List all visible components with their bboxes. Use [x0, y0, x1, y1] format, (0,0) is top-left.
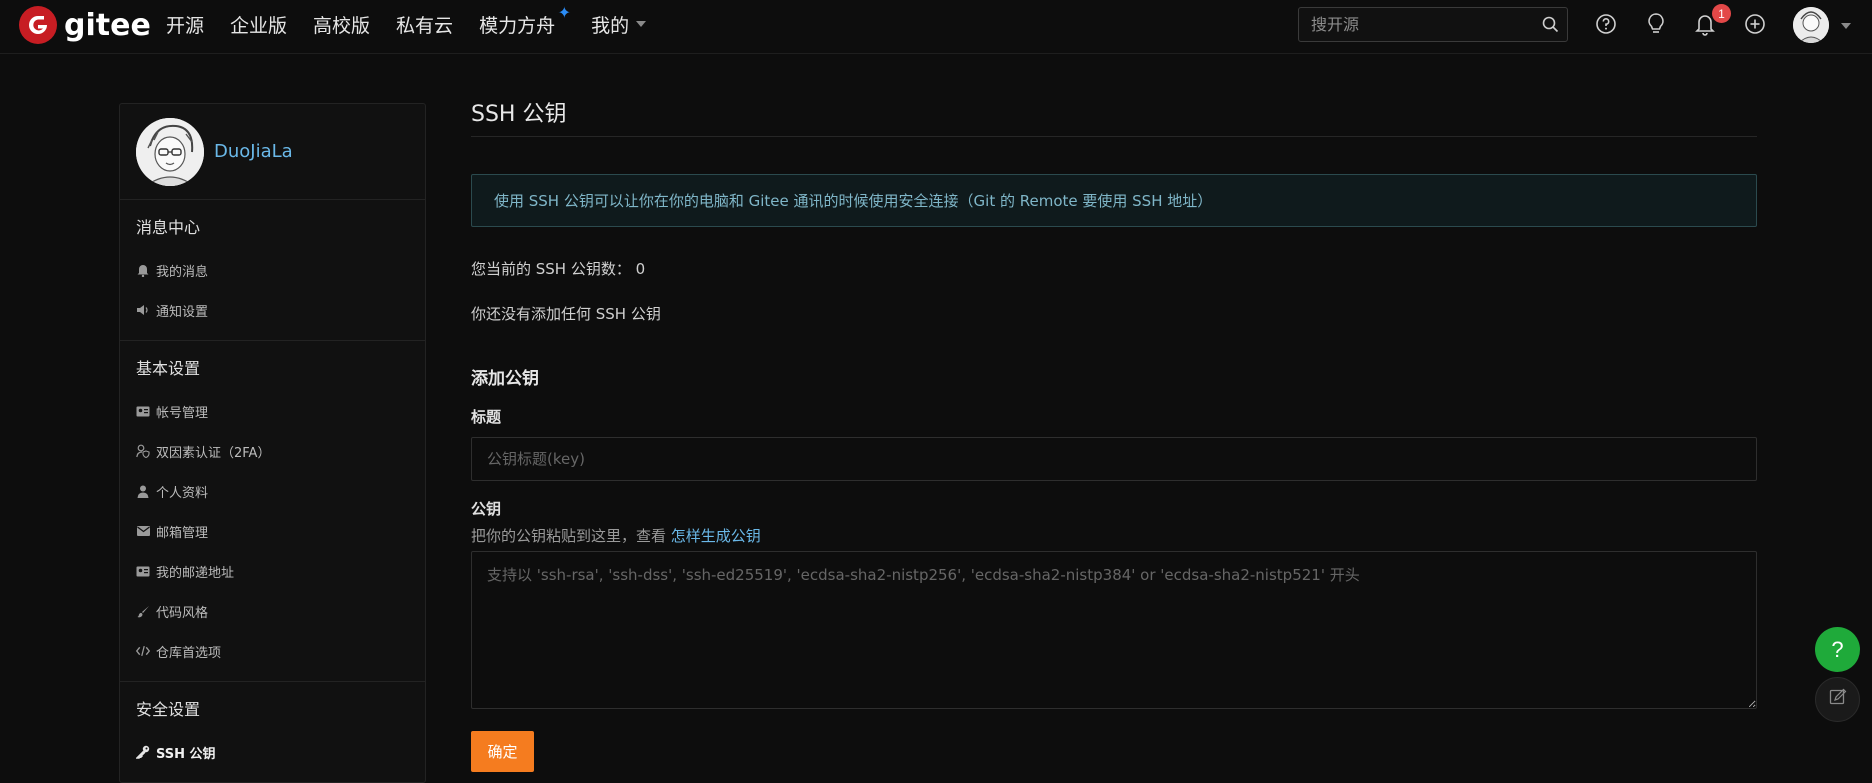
- nav-item-ai-ark-label: 模力方舟: [479, 14, 556, 37]
- sidebar-group-title: 安全设置: [136, 700, 201, 719]
- page-title: SSH 公钥: [471, 96, 1757, 137]
- ssh-keys-panel: SSH 公钥 使用 SSH 公钥可以让你在你的电脑和 Gitee 通讯的时候使用…: [471, 96, 1757, 772]
- nav-item-opensource[interactable]: 开源: [166, 11, 204, 38]
- sidebar-group-basic: 基本设置 帐号管理 双因素认证（2FA） 个人资料 邮箱管理 我的邮递地址 代码…: [120, 341, 425, 682]
- top-navbar: gitee 开源 企业版 高校版 私有云 模力方舟 ✦ 我的 1: [0, 0, 1872, 54]
- nav-item-mine-label: 我的: [591, 14, 630, 37]
- logo-text: gitee: [64, 7, 151, 43]
- gitee-logo-icon: [19, 6, 57, 44]
- sidebar-item-label: 帐号管理: [156, 405, 209, 421]
- brush-icon: [136, 604, 150, 618]
- nav-item-private-cloud[interactable]: 私有云: [396, 11, 453, 38]
- search-icon[interactable]: [1533, 16, 1567, 33]
- help-float-button[interactable]: ?: [1815, 627, 1860, 672]
- main-nav: 开源 企业版 高校版 私有云 模力方舟 ✦ 我的: [166, 0, 672, 48]
- profile-card: DuoJiaLa: [120, 104, 425, 200]
- nav-item-mine[interactable]: 我的: [591, 11, 647, 38]
- profile-username[interactable]: DuoJiaLa: [214, 141, 293, 162]
- ssh-key-count: 您当前的 SSH 公钥数： 0: [471, 260, 646, 278]
- plus-circle-icon[interactable]: [1742, 11, 1768, 37]
- key-field-label: 公钥: [471, 500, 502, 518]
- sidebar-item-label: 我的邮递地址: [156, 565, 235, 581]
- sidebar-group-security: 安全设置 SSH 公钥: [120, 682, 425, 782]
- settings-sidebar: DuoJiaLa 消息中心 我的消息 通知设置 基本设置 帐号管理 双因素认证（…: [119, 103, 426, 783]
- sidebar-item-2fa[interactable]: 双因素认证（2FA）: [136, 431, 425, 471]
- search-input[interactable]: [1299, 8, 1533, 41]
- sidebar-group-title: 消息中心: [136, 218, 201, 237]
- key-hint-text: 把你的公钥粘贴到这里，查看: [471, 527, 671, 545]
- nav-item-ai-ark[interactable]: 模力方舟 ✦: [479, 3, 571, 38]
- title-field-label: 标题: [471, 408, 502, 426]
- lightbulb-icon[interactable]: [1643, 11, 1669, 37]
- key-title-input[interactable]: [471, 437, 1757, 481]
- info-message: 使用 SSH 公钥可以让你在你的电脑和 Gitee 通讯的时候使用安全连接（Gi…: [471, 174, 1757, 227]
- sidebar-group-title: 基本设置: [136, 359, 201, 378]
- sidebar-item-account[interactable]: 帐号管理: [136, 391, 425, 431]
- sidebar-item-my-messages[interactable]: 我的消息: [136, 250, 425, 290]
- profile-avatar[interactable]: [136, 117, 204, 186]
- empty-state-text: 你还没有添加任何 SSH 公钥: [471, 305, 661, 323]
- code-icon: [136, 644, 150, 658]
- mail-icon: [136, 524, 150, 538]
- sidebar-item-ssh-keys[interactable]: SSH 公钥: [136, 732, 425, 772]
- sidebar-item-label: 仓库首选项: [156, 645, 222, 661]
- submit-button[interactable]: 确定: [471, 731, 534, 772]
- sparkle-icon: ✦: [557, 2, 572, 22]
- sidebar-item-email[interactable]: 邮箱管理: [136, 511, 425, 551]
- how-to-generate-key-link[interactable]: 怎样生成公钥: [671, 527, 761, 545]
- public-key-textarea[interactable]: [471, 551, 1757, 709]
- sidebar-item-repo-preferences[interactable]: 仓库首选项: [136, 631, 425, 671]
- nav-item-education[interactable]: 高校版: [313, 11, 370, 38]
- sidebar-item-label: 通知设置: [156, 304, 209, 320]
- sidebar-item-label: 个人资料: [156, 485, 209, 501]
- id-card-icon: [136, 404, 150, 418]
- sidebar-group-messages: 消息中心 我的消息 通知设置: [120, 200, 425, 341]
- nav-item-enterprise[interactable]: 企业版: [230, 11, 287, 38]
- search-box: [1298, 7, 1568, 42]
- bell-icon: [136, 263, 150, 277]
- sidebar-item-notification-settings[interactable]: 通知设置: [136, 290, 425, 330]
- sidebar-item-profile[interactable]: 个人资料: [136, 471, 425, 511]
- avatar-chevron-down-icon[interactable]: [1841, 23, 1851, 29]
- user-icon: [136, 484, 150, 498]
- key-field-hint: 把你的公钥粘贴到这里，查看 怎样生成公钥: [471, 525, 1757, 546]
- sidebar-item-label: 代码风格: [156, 605, 209, 621]
- sidebar-item-address[interactable]: 我的邮递地址: [136, 551, 425, 591]
- sidebar-item-label: SSH 公钥: [156, 746, 216, 762]
- sidebar-item-label: 邮箱管理: [156, 525, 209, 541]
- help-circle-icon[interactable]: [1593, 11, 1619, 37]
- address-card-icon: [136, 564, 150, 578]
- gitee-logo[interactable]: gitee: [19, 6, 151, 44]
- chevron-down-icon: [636, 21, 647, 27]
- sidebar-item-label: 双因素认证（2FA）: [156, 445, 271, 461]
- sidebar-item-code-style[interactable]: 代码风格: [136, 591, 425, 631]
- key-icon: [136, 745, 150, 759]
- user-shield-icon: [136, 444, 150, 458]
- feedback-float-button[interactable]: [1815, 677, 1860, 722]
- speaker-icon: [136, 303, 150, 317]
- notification-badge: 1: [1712, 4, 1731, 23]
- add-key-section-title: 添加公钥: [471, 369, 539, 389]
- sidebar-item-label: 我的消息: [156, 264, 209, 280]
- user-avatar[interactable]: [1793, 7, 1829, 43]
- edit-icon: [1829, 688, 1847, 711]
